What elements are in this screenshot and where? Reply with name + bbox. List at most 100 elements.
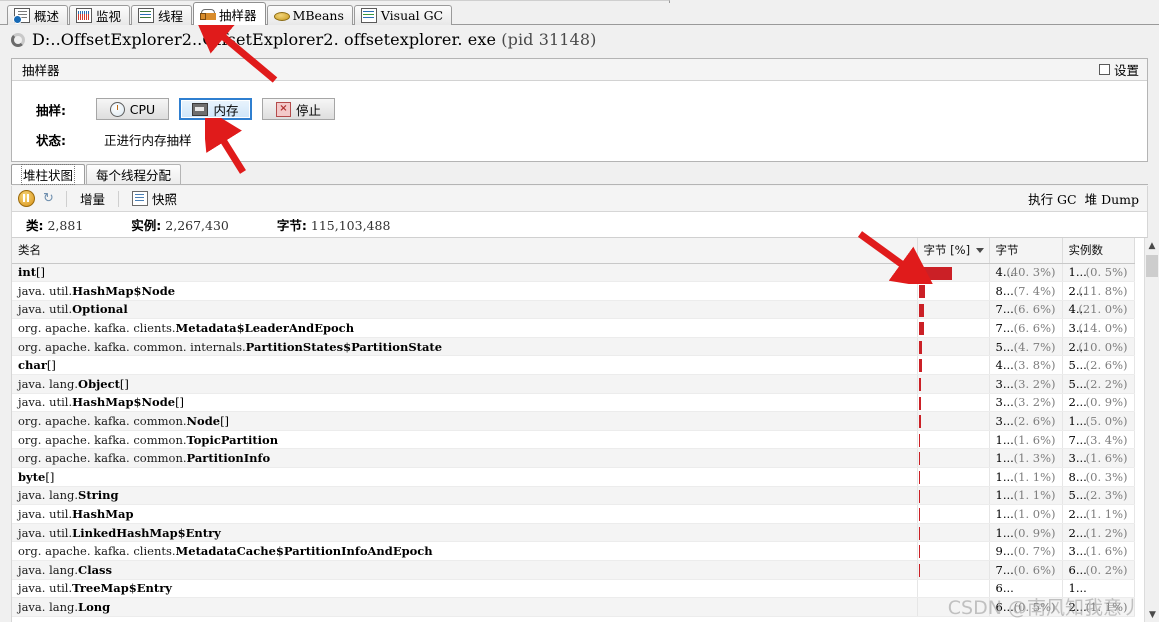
table-row[interactable]: char[] 4... (3. 8%) 5... (2. 6%) xyxy=(12,355,1135,376)
delta-button[interactable]: 增量 xyxy=(77,189,108,208)
column-header-instances[interactable]: 实例数 xyxy=(1062,238,1135,264)
tab-mbeans[interactable]: MBeans xyxy=(266,5,353,25)
monitor-icon xyxy=(76,8,93,23)
class-package: java. lang. xyxy=(18,562,79,577)
table-row[interactable]: org. apache. kafka. common.PartitionInfo… xyxy=(12,448,1135,469)
delta-label: 增量 xyxy=(80,192,106,207)
sampler-button-group: CPU 内存 × 停止 xyxy=(96,98,345,120)
instances-pct-text: (2. 2%) xyxy=(1085,376,1128,391)
sampler-cpu-button[interactable]: CPU xyxy=(96,98,169,120)
instances-value: 5... xyxy=(1068,376,1087,391)
header-label: 字节 [%] xyxy=(923,243,971,258)
bytes-pct-bar xyxy=(918,526,920,540)
cell-bytes: 6... (0. 5%) xyxy=(989,597,1063,617)
inner-tab-1[interactable]: 每个线程分配 xyxy=(86,164,182,184)
bytes-pct-bar xyxy=(918,285,925,299)
settings-checkbox[interactable]: 设置 xyxy=(1098,60,1139,79)
column-header-class-name[interactable]: 类名 xyxy=(12,238,918,264)
status-label: 状态: xyxy=(36,132,66,148)
perform-gc-button[interactable]: 执行 GC xyxy=(1028,189,1077,208)
cell-class-name: java. lang.Object[] xyxy=(12,374,918,394)
table-row[interactable]: java. util.Optional 7... (6. 6%) 4... (21. 0… xyxy=(12,300,1135,320)
heap-dump-button[interactable]: 堆 Dump xyxy=(1085,189,1139,208)
bytes-pct-text: (3. 2%) xyxy=(1013,395,1056,410)
class-array-suffix: [] xyxy=(46,358,56,373)
table-row[interactable]: org. apache. kafka. common.Node[] 3... (2.… xyxy=(12,411,1135,431)
chevron-down-icon[interactable]: ▼ xyxy=(1145,607,1159,622)
stat-label: 实例: xyxy=(131,218,162,233)
table-row[interactable]: java. util.HashMap 1... (1. 0%) 2... (1. 1%) xyxy=(12,504,1135,524)
bytes-pct-text: (1. 1%) xyxy=(1013,488,1056,503)
cell-bytes-pct-bar xyxy=(917,579,990,599)
chevron-up-icon[interactable]: ▲ xyxy=(1145,238,1159,253)
tab-visual-gc[interactable]: Visual GC xyxy=(353,5,453,25)
class-simple-name: LinkedHashMap$Entry xyxy=(72,525,221,540)
instances-value: 8... xyxy=(1068,469,1087,484)
pause-icon[interactable] xyxy=(18,190,35,207)
bytes-value: 3... xyxy=(995,376,1014,391)
cell-instances: 3... (1. 6%) xyxy=(1062,448,1135,469)
overview-icon xyxy=(14,8,30,23)
instances-pct-text: (0. 9%) xyxy=(1085,395,1128,410)
table-row[interactable]: int[] 4... (40. 3%) 1... (0. 5%) xyxy=(12,263,1135,283)
stat-item: 实例: 2,267,430 xyxy=(131,215,229,234)
bytes-value: 1... xyxy=(995,507,1014,522)
column-header-bytes-pct[interactable]: 字节 [%] xyxy=(917,238,990,264)
bytes-pct-bar xyxy=(918,303,924,317)
table-row[interactable]: org. apache. kafka. clients.MetadataCach… xyxy=(12,541,1135,561)
tab-概述[interactable]: 概述 xyxy=(7,5,69,25)
process-header: D:..OffsetExplorer2..OffsetExplorer2. of… xyxy=(0,25,1159,54)
table-vertical-scrollbar[interactable]: ▲ ▼ xyxy=(1144,238,1159,622)
bytes-pct-bar xyxy=(918,396,922,410)
instances-pct-text: (11. 8%) xyxy=(1078,283,1128,298)
table-row[interactable]: java. lang.String 1... (1. 1%) 5... (2. 3%) xyxy=(12,486,1135,506)
scrollbar-thumb[interactable] xyxy=(1146,255,1158,277)
instances-value: 5... xyxy=(1068,488,1087,503)
bytes-pct-text: (7. 4%) xyxy=(1013,283,1056,298)
status-value: 正进行内存抽样 xyxy=(104,132,192,148)
table-row[interactable]: java. util.TreeMap$Entry 6... 1... xyxy=(12,579,1135,599)
bytes-pct-bar xyxy=(918,266,952,280)
table-row[interactable]: java. util.LinkedHashMap$Entry 1... (0. 9%… xyxy=(12,523,1135,543)
table-row[interactable]: org. apache. kafka. common. internals.Pa… xyxy=(12,337,1135,357)
instances-pct-text: (1. 2%) xyxy=(1085,525,1128,540)
cell-instances: 8... (0. 3%) xyxy=(1062,467,1135,487)
page-title: D:..OffsetExplorer2..OffsetExplorer2. of… xyxy=(32,30,596,49)
tab-抽样器[interactable]: 抽样器 xyxy=(193,2,266,25)
snapshot-button[interactable]: 快照 xyxy=(129,189,180,208)
table-row[interactable]: byte[] 1... (1. 1%) 8... (0. 3%) xyxy=(12,467,1135,487)
cell-bytes: 4... (3. 8%) xyxy=(989,355,1063,376)
cell-bytes: 7... (6. 6%) xyxy=(989,318,1063,338)
checkbox-box[interactable] xyxy=(1098,64,1110,75)
instances-pct-text: (0. 5%) xyxy=(1085,265,1128,280)
cell-class-name: org. apache. kafka. common. internals.Pa… xyxy=(12,337,918,357)
bytes-value: 3... xyxy=(995,395,1014,410)
sampler-内存-button[interactable]: 内存 xyxy=(179,98,252,120)
table-row[interactable]: java. lang.Object[] 3... (3. 2%) 5... (2. 2%… xyxy=(12,374,1135,394)
instances-pct-text: (1. 1%) xyxy=(1085,507,1128,522)
refresh-icon[interactable]: ↻ xyxy=(41,191,56,206)
bytes-pct-text: (40. 3%) xyxy=(1006,265,1056,280)
sampler-停止-button[interactable]: × 停止 xyxy=(262,98,335,120)
class-simple-name: String xyxy=(78,488,119,503)
bytes-pct-bar xyxy=(918,508,920,522)
tab-监视[interactable]: 监视 xyxy=(69,5,131,25)
column-header-bytes[interactable]: 字节 xyxy=(989,238,1063,264)
table-row[interactable]: java. lang.Long 6... (0. 5%) 2... (1. 1%) xyxy=(12,597,1135,617)
table-row[interactable]: org. apache. kafka. clients.Metadata$Lea… xyxy=(12,318,1135,338)
table-row[interactable]: java. util.HashMap$Node 8... (7. 4%) 2... (1… xyxy=(12,281,1135,301)
class-package: org. apache. kafka. clients. xyxy=(18,544,176,559)
loading-spinner-icon xyxy=(11,32,25,47)
bytes-pct-bar xyxy=(918,378,922,392)
cell-bytes: 3... (2. 6%) xyxy=(989,411,1063,431)
class-package: java. lang. xyxy=(18,376,79,391)
table-row[interactable]: java. lang.Class 7... (0. 6%) 6... (0. 2%) xyxy=(12,560,1135,580)
instances-pct-text: (5. 0%) xyxy=(1085,414,1128,429)
class-simple-name: Object xyxy=(78,376,120,391)
table-row[interactable]: org. apache. kafka. common.TopicPartitio… xyxy=(12,430,1135,450)
inner-tab-0[interactable]: 堆柱状图 xyxy=(11,164,86,185)
stat-label: 字节: xyxy=(276,218,307,233)
table-row[interactable]: java. util.HashMap$Node[] 3... (3. 2%) 2...… xyxy=(12,393,1135,413)
tab-线程[interactable]: 线程 xyxy=(131,5,193,25)
class-array-suffix: [] xyxy=(119,376,129,391)
